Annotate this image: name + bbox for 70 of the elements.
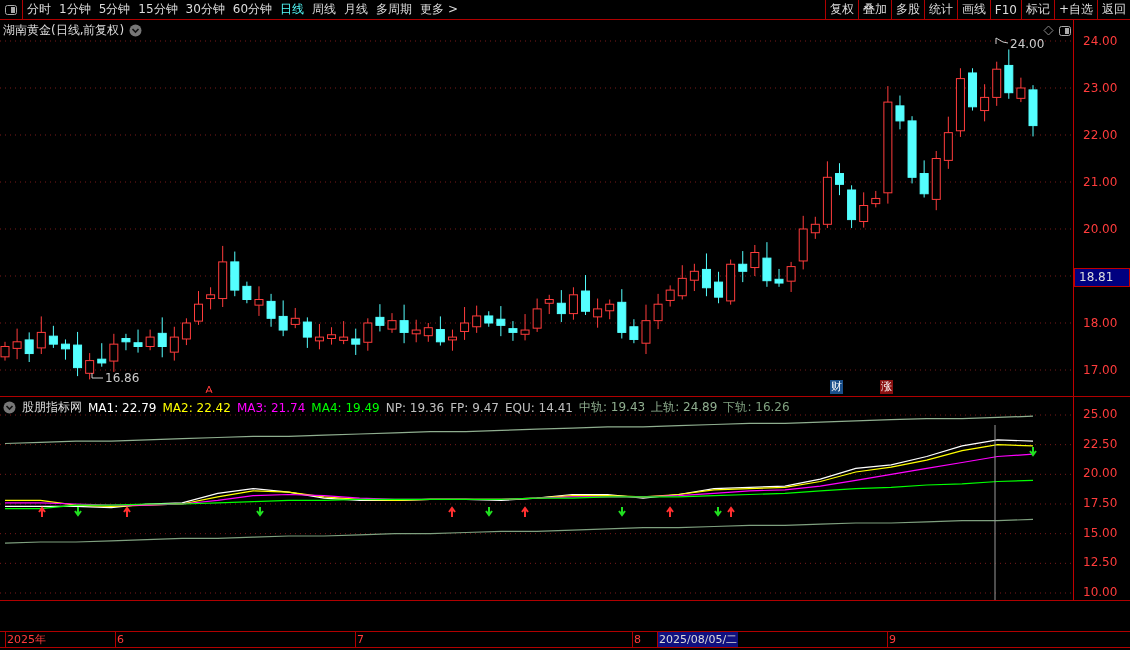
date-axis-label: 8 [632,632,642,647]
series-name: 下轨: [723,400,752,414]
period-tab[interactable]: 多周期 [372,0,417,19]
series-reading: 24.89 [683,400,718,414]
toolbar-button[interactable]: +自选 [1053,0,1097,19]
period-tab[interactable]: 15分钟 [134,0,182,19]
series-name: MA1: [88,400,119,415]
period-tab[interactable]: 更多 > [416,0,462,19]
indicator-axis-label: 22.50 [1083,436,1118,451]
cursor-date-label: 2025/08/05/二 [657,632,739,647]
toolbar-button[interactable]: 多股 [890,0,924,19]
chevron-down-icon[interactable] [129,24,143,37]
price-axis-label: 20.00 [1083,222,1118,236]
series-reading: 22.42 [196,400,231,415]
toolbar-button[interactable]: 画线 [956,0,990,19]
period-tab[interactable]: 周线 [308,0,341,19]
indicator-name: 股朋指标网 [22,399,82,416]
series-reading: 16.26 [755,400,790,414]
period-tab[interactable]: 30分钟 [181,0,229,19]
toolbar-button[interactable]: 复权 [824,0,858,19]
high-price-label: 24.00 [1010,37,1045,51]
leader-line [995,37,1009,45]
panel-icon[interactable] [1059,25,1071,36]
date-axis-label: 2025年 [5,632,47,647]
toolbar-button[interactable]: F10 [989,0,1021,19]
low-price-label: 16.86 [105,371,140,385]
series-reading: 19.49 [345,400,380,415]
date-axis-label: 9 [887,632,897,647]
price-axis-label: 18.00 [1083,316,1118,330]
period-tab[interactable]: 5分钟 [94,0,135,19]
toolbar-button[interactable]: 叠加 [857,0,891,19]
event-marker[interactable]: 涨 [880,380,893,394]
chevron-down-icon[interactable] [3,401,16,414]
legend-value: NP: 19.36 [385,400,445,415]
toolbar-button[interactable]: 返回 [1097,0,1130,19]
series-name: MA4: [311,400,342,415]
price-axis-label: 23.00 [1083,81,1118,95]
series-reading: 21.74 [270,400,306,415]
current-price-tag: 18.81 [1074,268,1130,287]
legend-value: FP: 9.47 [450,400,499,415]
price-axis-label: 21.00 [1083,175,1118,189]
indicator-axis-label: 17.50 [1083,496,1118,510]
price-axis-label: 17.00 [1083,363,1118,377]
series-reading: 22.79 [122,400,157,415]
price-axis-label: 22.00 [1083,128,1118,142]
period-tab[interactable]: 分时 [23,0,55,19]
indicator-axis-label: 25.00 [1083,407,1118,421]
period-tab[interactable]: 月线 [340,0,373,19]
toolbar-button[interactable]: 标记 [1020,0,1054,19]
stock-title: 湖南黄金(日线,前复权) [3,22,125,39]
date-axis-label: 7 [355,632,365,647]
indicator-axis-label: 20.00 [1083,466,1118,481]
legend-value: 中轨: 19.43 [578,399,646,416]
leader-line [91,372,104,379]
series-name: MA2: [162,400,193,415]
series-name: 上轨: [651,400,680,414]
panel-icon [5,4,17,15]
period-tab[interactable]: 60分钟 [228,0,277,19]
toolbar-button[interactable]: 统计 [923,0,957,19]
period-tab[interactable]: 1分钟 [55,0,95,19]
period-tab[interactable]: 日线 [276,0,309,19]
indicator-axis-label: 12.50 [1083,555,1118,570]
legend-value: EQU: 14.41 [504,400,573,415]
indicator-axis-label: 15.00 [1083,525,1118,540]
marker-icon [205,385,213,394]
event-marker[interactable]: 财 [830,380,843,394]
price-axis-label: 24.00 [1083,34,1118,48]
date-axis-label: 6 [115,632,125,647]
series-name: MA3: [236,400,268,415]
indicator-axis-label: 10.00 [1083,585,1118,599]
